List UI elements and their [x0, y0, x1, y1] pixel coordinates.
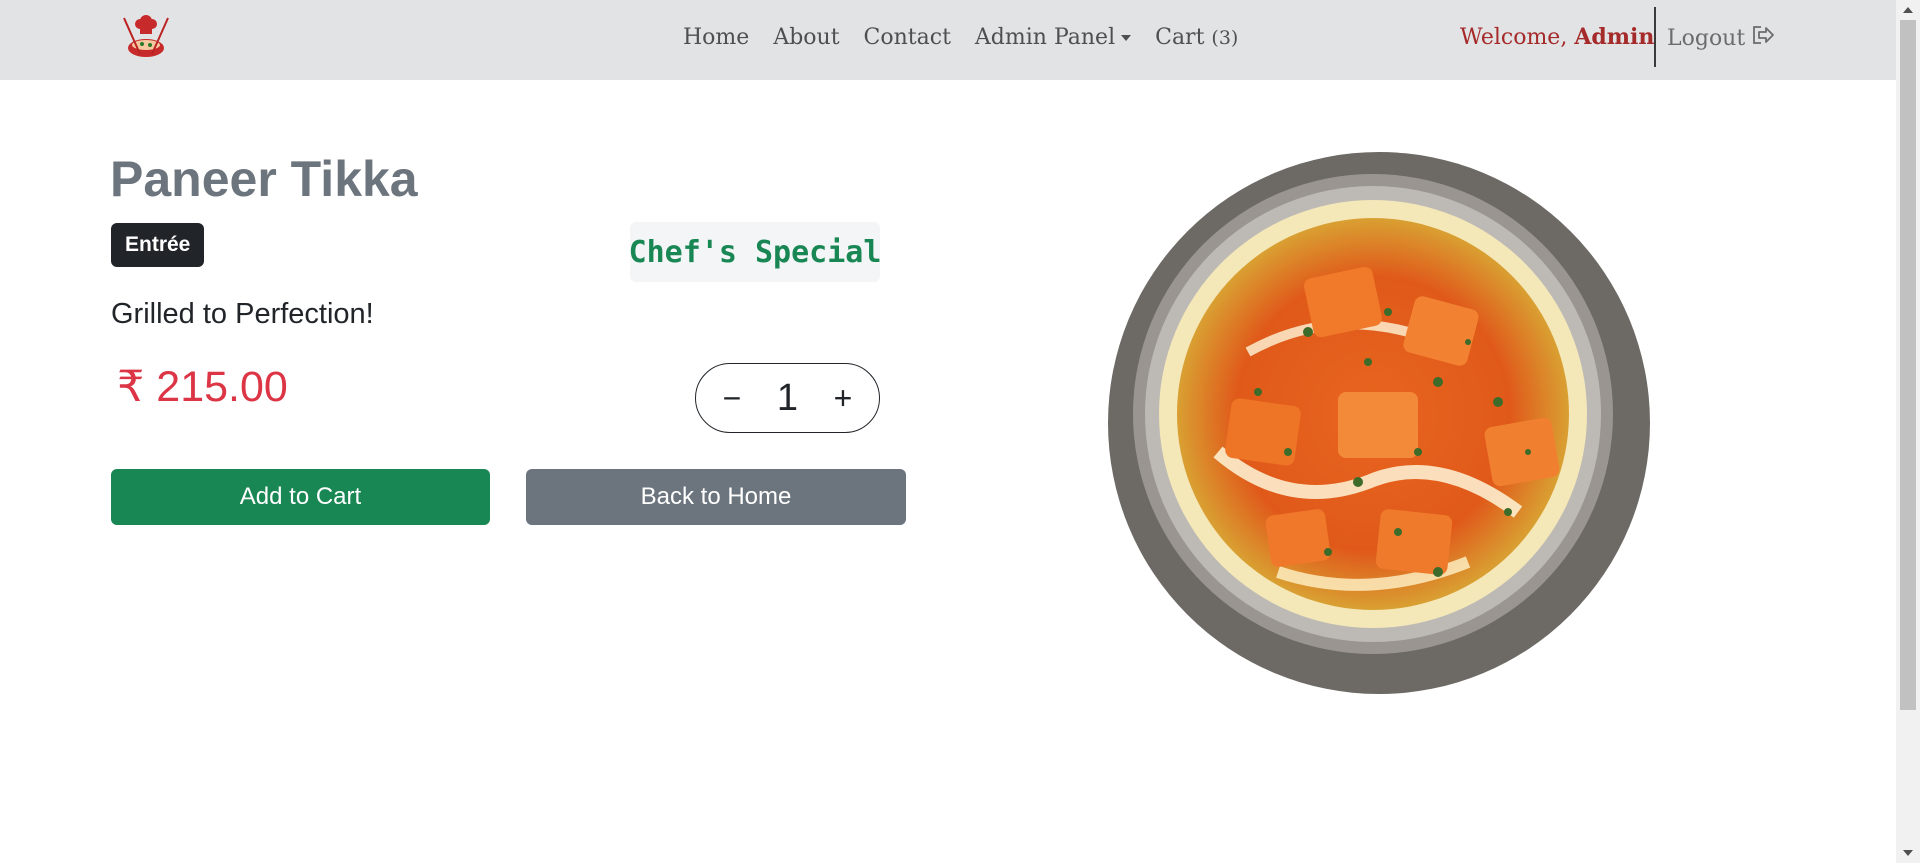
cart-count: (3)	[1211, 26, 1239, 49]
nav-admin-panel[interactable]: Admin Panel	[974, 24, 1132, 50]
welcome-username: Admin	[1574, 24, 1655, 50]
quantity-stepper: − 1 +	[695, 363, 880, 433]
scroll-down-arrow-icon[interactable]	[1896, 843, 1920, 863]
product-price: ₹ 215.00	[117, 363, 288, 411]
nav-divider	[1654, 7, 1656, 67]
nav-contact[interactable]: Contact	[864, 25, 951, 50]
main-nav: Home About Contact Admin Panel Cart (3)	[683, 22, 1262, 52]
caret-down-icon	[1121, 34, 1132, 41]
scroll-up-arrow-icon[interactable]	[1896, 0, 1920, 20]
navbar: Home About Contact Admin Panel Cart (3) …	[0, 0, 1896, 80]
logout-label: Logout	[1667, 25, 1746, 51]
category-badge: Entrée	[111, 223, 205, 267]
nav-home[interactable]: Home	[683, 25, 749, 50]
nav-cart[interactable]: Cart (3)	[1155, 25, 1238, 50]
increment-button[interactable]: +	[825, 382, 861, 414]
welcome-prefix: Welcome,	[1460, 25, 1568, 50]
cart-label: Cart	[1155, 24, 1205, 50]
quantity-value[interactable]: 1	[758, 377, 818, 420]
chefs-special-label: Chef's Special	[629, 222, 881, 282]
logout-icon	[1751, 24, 1775, 52]
decrement-button[interactable]: −	[714, 382, 750, 414]
logout-link[interactable]: Logout	[1667, 24, 1775, 52]
add-to-cart-button[interactable]: Add to Cart	[111, 469, 490, 525]
product-image	[1108, 152, 1650, 694]
nav-about[interactable]: About	[773, 25, 839, 50]
product-tagline: Grilled to Perfection!	[111, 298, 374, 330]
back-to-home-button[interactable]: Back to Home	[526, 469, 906, 525]
scroll-thumb[interactable]	[1900, 20, 1916, 710]
product-title: Paneer Tikka	[110, 151, 418, 207]
page-scrollbar[interactable]	[1896, 0, 1920, 863]
chef-logo-icon[interactable]	[118, 12, 174, 62]
welcome-message: Welcome, Admin	[1460, 24, 1654, 50]
admin-panel-label: Admin Panel	[974, 24, 1116, 50]
